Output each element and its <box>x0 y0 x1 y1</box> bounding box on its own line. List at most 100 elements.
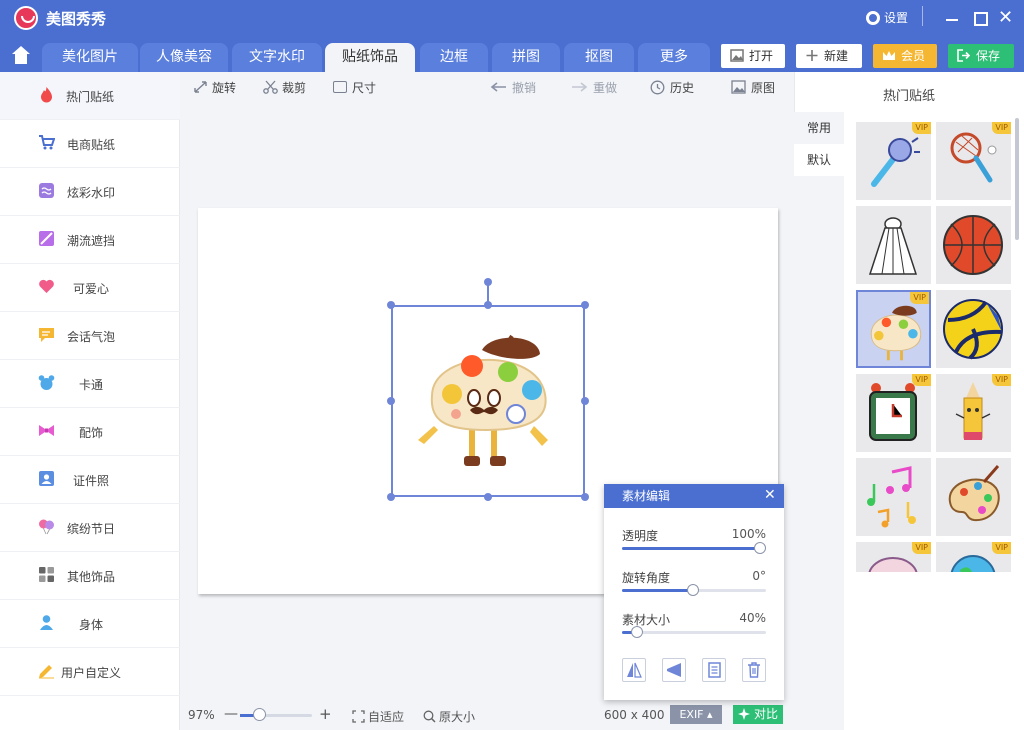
new-button[interactable]: 新建 <box>796 44 862 68</box>
maximize-button[interactable] <box>972 10 988 26</box>
sticker-tile[interactable] <box>936 290 1011 368</box>
redo-button[interactable]: 重做 <box>571 79 617 96</box>
sidebar-item-id-photo[interactable]: 证件照 <box>0 456 180 504</box>
close-button[interactable]: ✕ <box>998 9 1014 27</box>
compare-button[interactable]: 对比 <box>733 705 783 724</box>
tab-stickers[interactable]: 贴纸饰品 <box>325 43 415 72</box>
open-button[interactable]: 打开 <box>721 44 785 68</box>
sidebar-item-label: 可爱心 <box>72 282 109 296</box>
sticker-tile[interactable]: VIP <box>856 122 931 200</box>
resize-handle-s[interactable] <box>484 493 492 501</box>
tab-text-watermark[interactable]: 文字水印 <box>232 43 322 72</box>
material-size-slider[interactable] <box>622 631 766 634</box>
original-image-button[interactable]: 原图 <box>731 79 775 96</box>
panel-close-button[interactable]: ✕ <box>764 487 776 503</box>
sidebar-item-festival[interactable]: 缤纷节日 <box>0 504 180 552</box>
sidebar-item-label: 电商贴纸 <box>66 138 115 152</box>
crown-icon <box>883 51 895 60</box>
resize-handle-nw[interactable] <box>387 301 395 309</box>
sticker-tile[interactable]: VIP <box>936 374 1011 452</box>
tab-border[interactable]: 边框 <box>420 43 488 72</box>
sticker-tile[interactable] <box>856 458 931 536</box>
sticker-tile[interactable]: VIP <box>936 122 1011 200</box>
sticker-grid-scrollbar[interactable] <box>1015 118 1019 240</box>
sidebar-item-trendy-mask[interactable]: 潮流遮挡 <box>0 216 180 264</box>
rotation-handle[interactable] <box>484 278 492 286</box>
zoom-slider-knob[interactable] <box>253 708 266 721</box>
sidebar-item-body[interactable]: 身体 <box>0 600 180 648</box>
sidebar-item-accessories[interactable]: 配饰 <box>0 408 180 456</box>
sidebar-item-speech-bubbles[interactable]: 会话气泡 <box>0 312 180 360</box>
sidebar-item-custom[interactable]: 用户自定义 <box>0 648 180 696</box>
settings-label: 设置 <box>884 11 909 25</box>
resize-handle-sw[interactable] <box>387 493 395 501</box>
undo-arrow-icon <box>490 82 506 92</box>
rotation-angle-slider-knob[interactable] <box>687 584 699 596</box>
material-size-slider-knob[interactable] <box>631 626 643 638</box>
copy-icon <box>708 662 721 678</box>
tab-default[interactable]: 默认 <box>794 144 844 176</box>
resize-button[interactable]: 尺寸 <box>333 79 376 96</box>
rotate-button[interactable]: 旋转 <box>193 79 236 96</box>
sidebar-item-cute-hearts[interactable]: 可爱心 <box>0 264 180 312</box>
tab-more[interactable]: 更多 <box>638 43 710 72</box>
opacity-slider-knob[interactable] <box>754 542 766 554</box>
undo-button[interactable]: 撤销 <box>490 79 536 96</box>
tab-beautify[interactable]: 美化图片 <box>42 43 138 72</box>
resize-handle-e[interactable] <box>581 397 589 405</box>
sticker-grid: VIP VIP VIP VIP VIP VIP VIP <box>844 112 1014 572</box>
sticker-tile[interactable]: VIP <box>856 542 931 572</box>
flip-horizontal-icon <box>627 662 642 678</box>
zoom-out-button[interactable]: — <box>224 706 238 722</box>
sidebar-item-label: 其他饰品 <box>66 570 115 584</box>
sidebar-item-watermark[interactable]: 炫彩水印 <box>0 168 180 216</box>
sticker-tile[interactable] <box>936 458 1011 536</box>
sticker-tile[interactable] <box>936 206 1011 284</box>
undo-label: 撤销 <box>512 81 537 95</box>
delete-sticker-handle[interactable] <box>506 404 526 424</box>
title-separator <box>922 6 923 26</box>
sticker-tile-selected[interactable]: VIP <box>856 290 931 368</box>
vip-label: 会员 <box>901 49 926 63</box>
sidebar-item-hot-stickers[interactable]: 热门贴纸 <box>0 72 180 120</box>
actual-size-button[interactable]: 原大小 <box>423 708 475 725</box>
flip-horizontal-button[interactable] <box>622 658 646 682</box>
resize-handle-ne[interactable] <box>581 301 589 309</box>
tab-collage[interactable]: 拼图 <box>492 43 560 72</box>
opacity-label: 透明度 <box>622 529 659 543</box>
delete-button[interactable] <box>742 658 766 682</box>
sidebar-item-cartoon[interactable]: 卡通 <box>0 360 180 408</box>
vip-button[interactable]: 会员 <box>873 44 937 68</box>
sticker-selection-box[interactable] <box>391 305 585 497</box>
home-button[interactable] <box>8 44 34 68</box>
redo-arrow-icon <box>572 82 588 92</box>
duplicate-button[interactable] <box>702 658 726 682</box>
sticker-panel-title: 热门贴纸 <box>882 89 935 104</box>
sticker-tile[interactable]: VIP <box>856 374 931 452</box>
tab-portrait[interactable]: 人像美容 <box>140 43 228 72</box>
sticker-tile[interactable] <box>856 206 931 284</box>
resize-handle-w[interactable] <box>387 397 395 405</box>
settings-button[interactable]: 设置 <box>866 9 908 26</box>
image-dimensions: 600 x 400 <box>604 708 665 722</box>
zoom-in-button[interactable]: + <box>319 705 332 723</box>
resize-handle-se[interactable] <box>581 493 589 501</box>
sticker-tile[interactable]: VIP <box>936 542 1011 572</box>
export-icon <box>957 49 971 62</box>
history-button[interactable]: 历史 <box>650 79 694 96</box>
crop-button[interactable]: 裁剪 <box>263 79 306 96</box>
sidebar-item-other-accessories[interactable]: 其他饰品 <box>0 552 180 600</box>
resize-handle-n[interactable] <box>484 301 492 309</box>
crop-label: 裁剪 <box>282 81 307 95</box>
fit-to-window-button[interactable]: 自适应 <box>352 708 404 725</box>
exif-label: EXIF <box>679 708 704 721</box>
exif-button[interactable]: EXIF ▴ <box>670 705 722 724</box>
sidebar-item-ecommerce[interactable]: 电商贴纸 <box>0 120 180 168</box>
scissors-icon <box>263 80 278 94</box>
save-button[interactable]: 保存 <box>948 44 1014 68</box>
new-label: 新建 <box>824 49 849 63</box>
tab-cutout[interactable]: 抠图 <box>564 43 634 72</box>
minimize-button[interactable] <box>944 10 960 26</box>
flip-vertical-button[interactable] <box>662 658 686 682</box>
tab-common[interactable]: 常用 <box>794 112 844 144</box>
